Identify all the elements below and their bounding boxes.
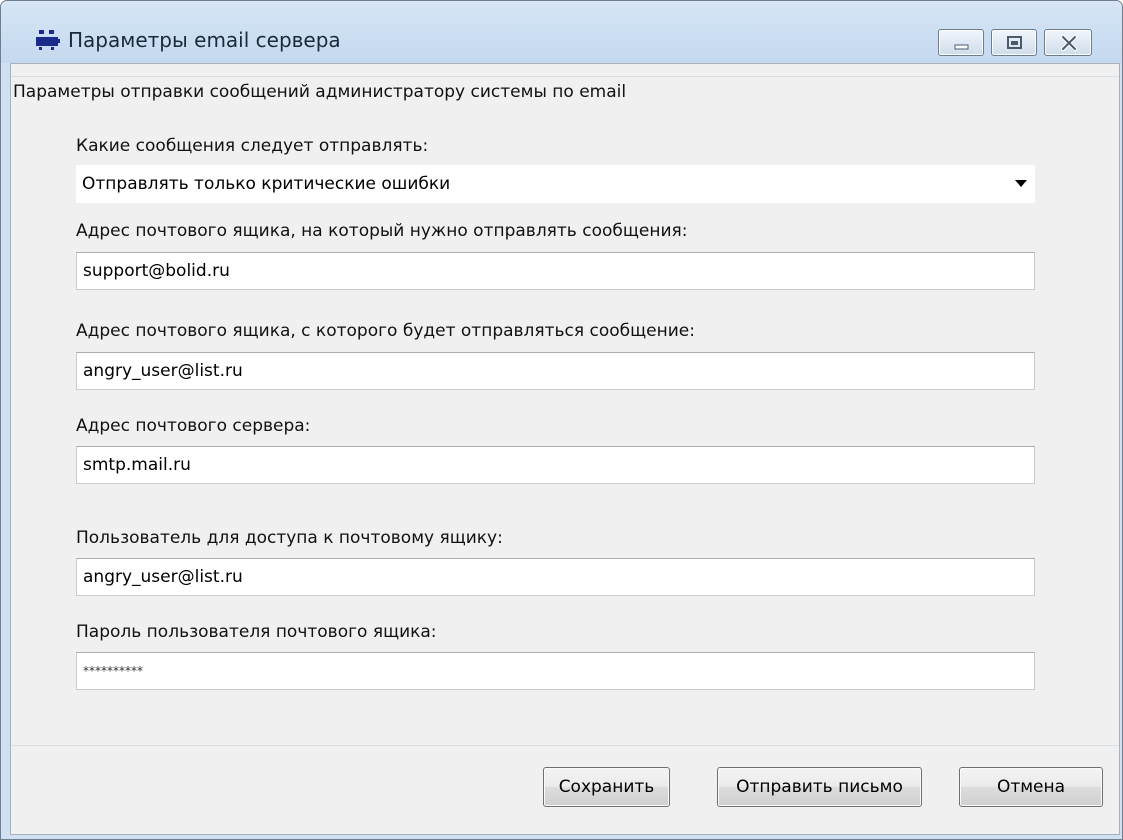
window-title: Параметры email сервера <box>68 28 341 52</box>
user-label: Пользователь для доступа к почтовому ящи… <box>76 528 503 548</box>
message-type-select[interactable]: Отправлять только критические ошибки <box>76 165 1035 203</box>
email-settings-group: Параметры отправки сообщений администрат… <box>11 76 1119 746</box>
group-title: Параметры отправки сообщений администрат… <box>13 81 631 103</box>
password-input[interactable]: ********** <box>76 652 1035 690</box>
minimize-button[interactable] <box>938 29 984 56</box>
recipient-label: Адрес почтового ящика, на который нужно … <box>76 221 688 241</box>
email-settings-window: Параметры email сервера Параметры отправ… <box>0 0 1123 840</box>
smtp-server-input[interactable]: smtp.mail.ru <box>76 446 1035 484</box>
maximize-button[interactable] <box>991 29 1037 56</box>
maximize-icon <box>1007 36 1022 49</box>
bolid-app-icon <box>36 30 60 50</box>
message-type-label: Какие сообщения следует отправлять: <box>76 136 429 156</box>
close-button[interactable] <box>1044 29 1092 56</box>
message-type-selected-value: Отправлять только критические ошибки <box>82 174 451 194</box>
send-test-email-button[interactable]: Отправить письмо <box>717 767 922 807</box>
title-bar[interactable]: Параметры email сервера <box>1 1 1122 63</box>
minimize-icon <box>954 44 969 50</box>
server-label: Адрес почтового сервера: <box>76 416 311 436</box>
sender-email-input[interactable]: angry_user@list.ru <box>76 352 1035 390</box>
chevron-down-icon[interactable] <box>1015 180 1027 187</box>
username-input[interactable]: angry_user@list.ru <box>76 558 1035 596</box>
password-label: Пароль пользователя почтового ящика: <box>76 622 437 642</box>
sender-label: Адрес почтового ящика, с которого будет … <box>76 321 695 341</box>
close-icon <box>1061 35 1077 51</box>
save-button[interactable]: Сохранить <box>543 767 670 807</box>
cancel-button[interactable]: Отмена <box>959 767 1103 807</box>
dialog-client-area: Параметры отправки сообщений администрат… <box>10 63 1120 835</box>
recipient-email-input[interactable]: support@bolid.ru <box>76 252 1035 290</box>
